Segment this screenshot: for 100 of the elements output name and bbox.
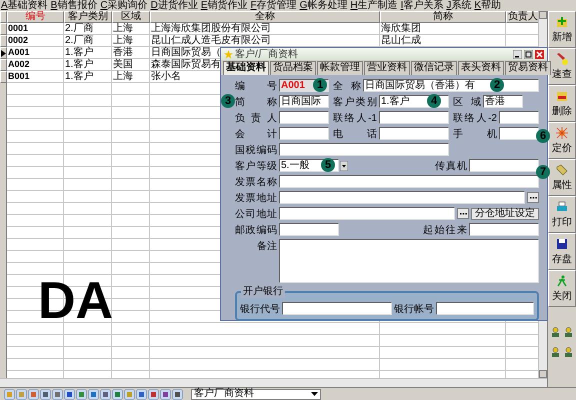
input-field[interactable] [279,111,329,124]
column-header[interactable]: 区域 [112,11,150,23]
group-title: 开户银行 [241,286,285,298]
menu-item[interactable]: A基础资料 [0,0,49,11]
tab[interactable]: 表头资料 [458,61,504,75]
minimize-icon[interactable] [513,50,522,58]
toolbar-button[interactable]: 打印 [548,196,576,233]
tab[interactable]: 微信记录 [411,61,457,75]
menu-item[interactable]: G帐务处理 [298,0,348,11]
table-cell: 上海 [113,23,133,34]
input-field[interactable] [469,223,539,236]
menu-item[interactable]: F存货管理 [249,0,298,11]
tab[interactable]: 营业资料 [364,61,410,75]
maximize-icon[interactable] [524,50,533,58]
field-label: 负责人 [235,112,277,124]
person-icon[interactable] [564,347,573,357]
toolbar-button[interactable]: 删除 [548,85,576,122]
menu-item[interactable]: D进货作业 [150,0,199,11]
input-field[interactable] [279,191,525,204]
input-field[interactable] [282,302,392,315]
browse-button[interactable] [457,208,469,219]
table-cell: 海欣集团 [381,23,421,34]
table-cell: 2.厂商 [65,23,94,34]
dropdown-arrow-icon[interactable] [340,160,348,170]
row-pointer-icon [1,50,6,56]
input-field[interactable] [436,302,534,315]
field-label: 发票名称 [235,176,277,188]
field-label: 全称 [333,80,361,92]
warehouse-address-button[interactable]: 分仓地址设定 [471,208,539,220]
running-figure-icon [556,274,568,286]
toolbar-button[interactable]: 属性 [548,159,576,196]
toolbar-button[interactable]: 新增 [548,11,576,48]
field-label: 银行代号 [240,302,280,316]
input-field[interactable] [279,223,339,236]
toolbar-button[interactable]: 关闭 [548,270,576,307]
flashlight-icon [556,52,568,64]
input-field[interactable] [499,111,539,124]
table-cell: B001 [8,71,30,81]
field-label: 传真机 [435,160,467,172]
table-cell: 张小名 [151,71,181,82]
toolbar-button[interactable]: 速查 [548,48,576,85]
table-cell: 上海 [113,35,133,46]
input-field[interactable] [469,159,539,172]
table-cell: 昆山仁成 [381,35,421,46]
window-dropdown[interactable]: 客户厂商资料 [191,388,321,400]
field-label: 联络人-2 [453,112,497,124]
input-field[interactable] [379,111,449,124]
caret-icon [311,392,318,396]
column-header[interactable]: 简称 [380,11,506,23]
overlay-text: DA [38,275,114,327]
toolbar-button[interactable]: 存盘 [548,233,576,270]
remark-field[interactable] [279,239,539,283]
person-icon[interactable] [551,327,560,337]
input-field[interactable] [279,127,329,140]
field-label: 会计 [235,128,277,140]
window-title: 客户/厂商资料 [235,48,298,60]
tab[interactable]: 帐款管理 [317,61,363,75]
table-cell: 0001 [8,23,28,33]
field-label: 区域 [453,96,481,108]
field-label: 联络人-1 [333,112,377,124]
star-icon [224,50,233,58]
horizontal-scrollbar[interactable] [0,378,547,387]
column-header[interactable]: 全称 [150,11,380,23]
row-header[interactable] [0,47,7,59]
input-field[interactable] [499,127,539,140]
table-cell: 1.客户 [65,71,94,82]
menu-item[interactable]: E销货作业 [200,0,248,11]
table-cell: 森泰国际贸易有 [151,59,221,70]
table-cell: 昆山仁成人造毛皮有限公司 [151,35,271,46]
field-label: 备注 [256,240,277,253]
close-icon[interactable] [535,50,544,58]
input-field[interactable]: 香港 [483,95,523,108]
field-label: 手机 [453,128,497,140]
toolbar-button[interactable]: 定价 [548,122,576,159]
table-cell: 美国 [113,59,133,70]
input-field[interactable] [379,127,449,140]
input-field[interactable]: 日商国际 [279,95,329,108]
tab[interactable]: 贸易资料 [505,61,551,75]
table-cell: 上海 [113,71,133,82]
input-field[interactable] [279,175,539,188]
menu-item[interactable]: C采购询价 [99,0,149,11]
folder-plus-icon [556,16,568,28]
field-label: 邮政编码 [235,224,277,236]
tab[interactable]: 基础资料 [223,61,269,75]
table-cell: A002 [8,59,30,69]
input-field[interactable] [279,207,455,220]
floppy-icon [556,238,568,250]
tab[interactable]: 货品档案 [270,61,316,75]
field-label: 发票地址 [235,192,277,204]
input-field[interactable] [279,143,449,156]
table-cell: 1.客户 [65,47,94,58]
menu-item[interactable]: K帮助 [473,0,502,11]
browse-button[interactable] [527,192,539,203]
table-cell: 日商国际贸易（ [151,47,221,58]
field-label: 简称 [235,96,277,108]
menu-item[interactable]: B销售报价 [50,0,98,11]
person-icon[interactable] [564,327,573,337]
sun-icon [556,126,568,138]
column-header[interactable]: 负责人 [506,11,540,23]
person-icon[interactable] [551,347,560,357]
